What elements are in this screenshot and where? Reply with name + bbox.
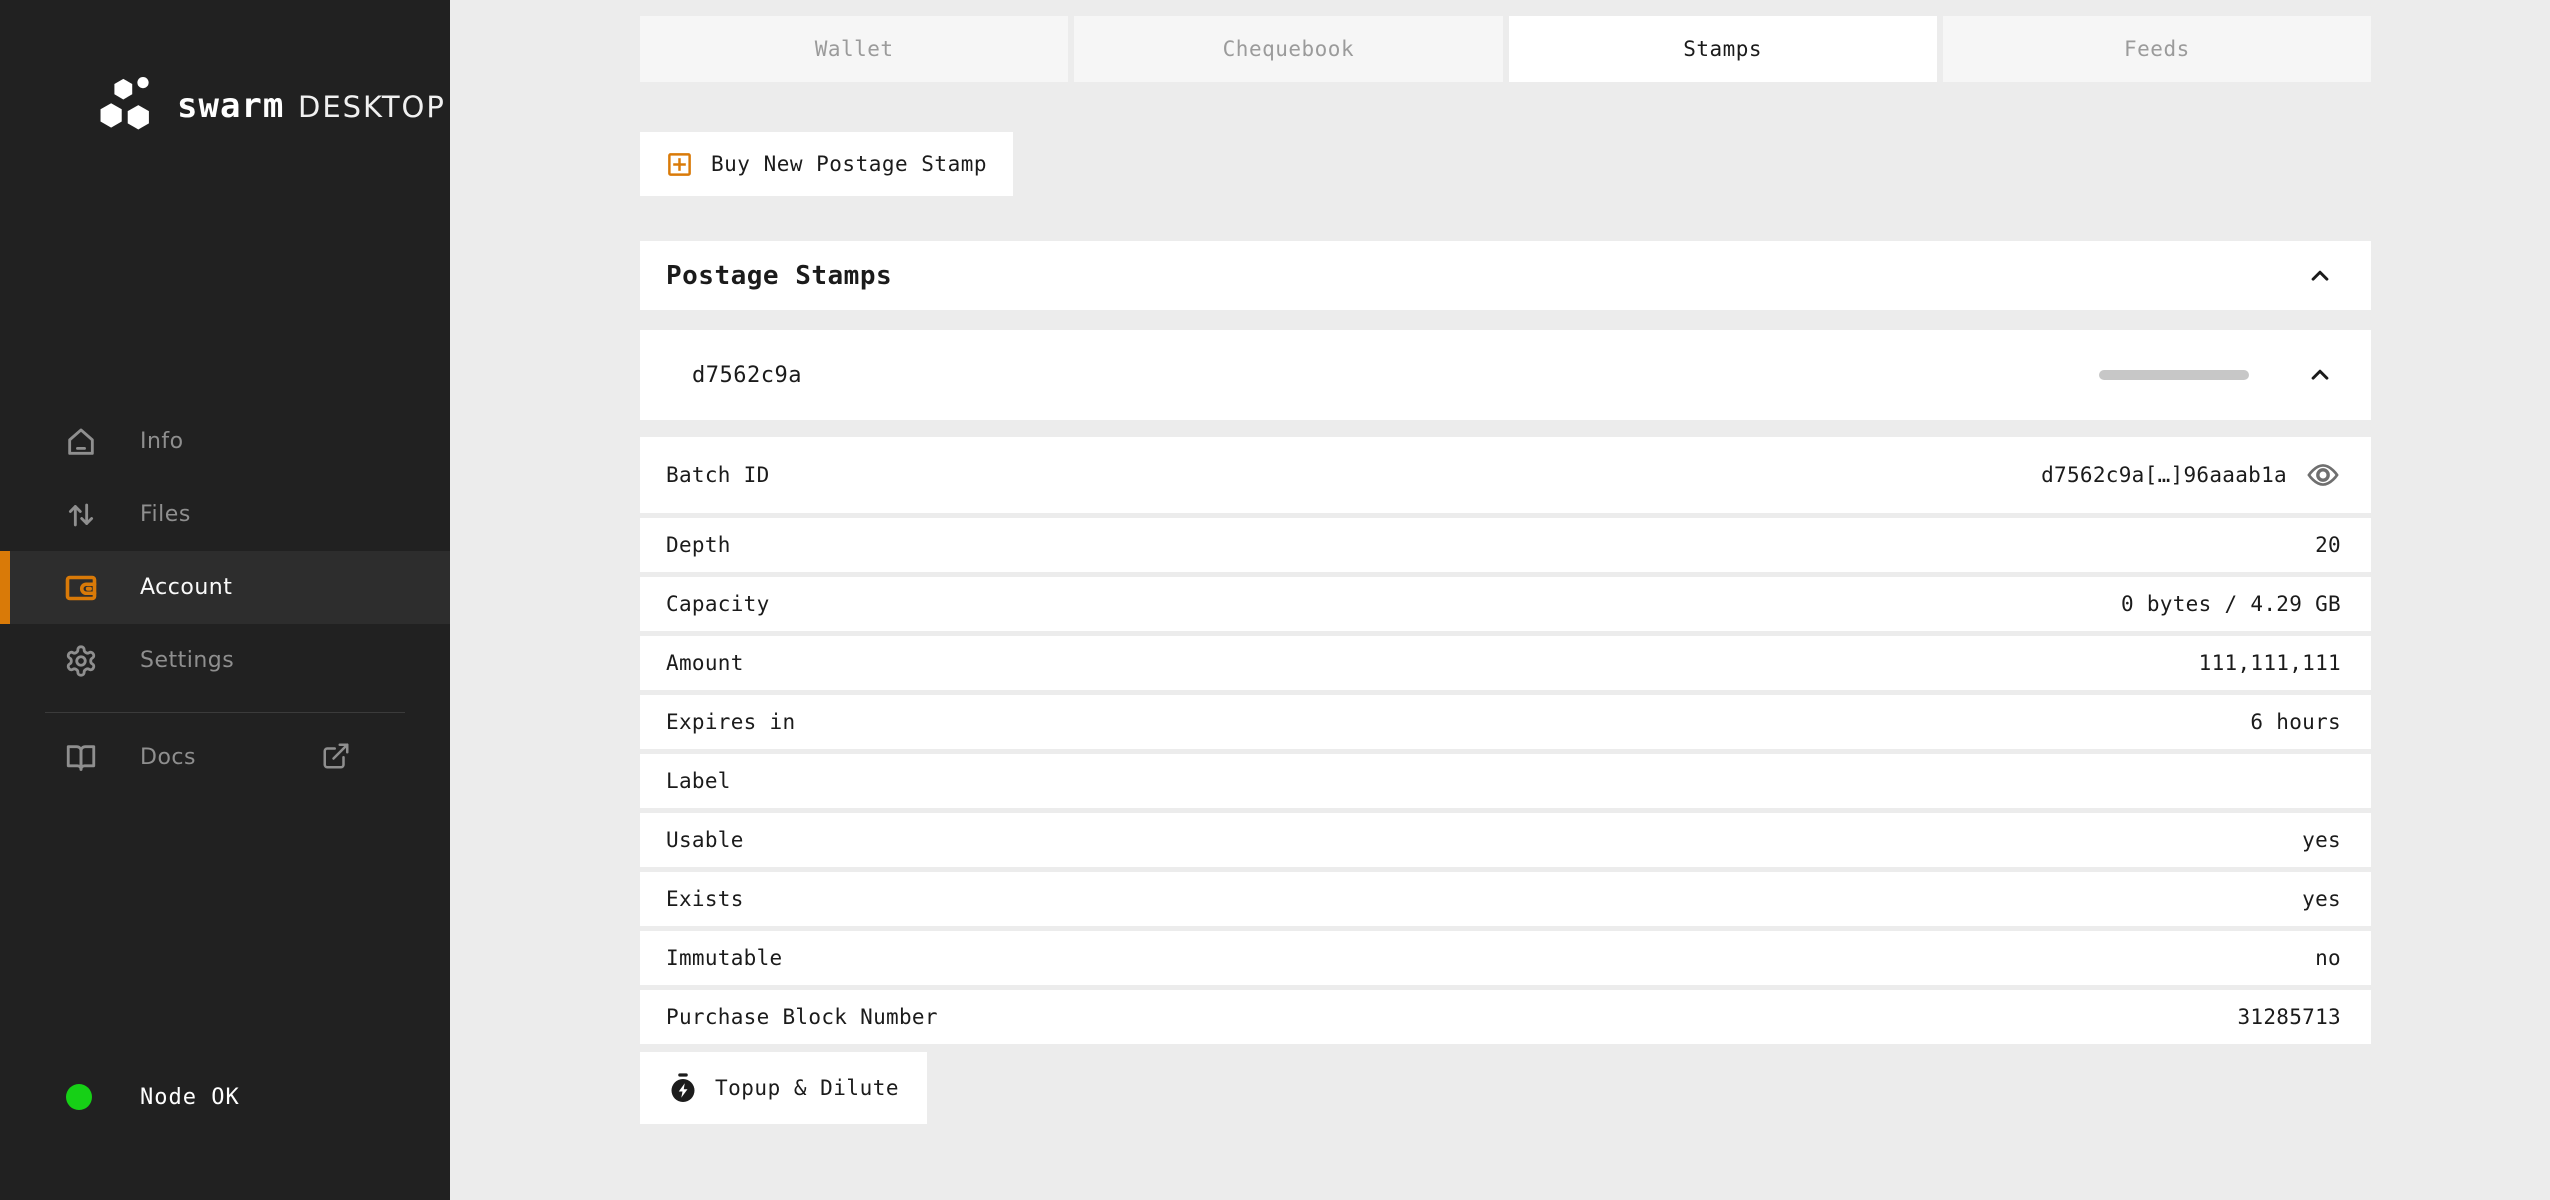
detail-row: Usable yes (640, 813, 2371, 867)
stopwatch-icon (668, 1073, 698, 1103)
detail-value: 20 (2315, 533, 2341, 557)
topup-dilute-button[interactable]: Topup & Dilute (640, 1052, 927, 1124)
detail-label: Purchase Block Number (666, 1005, 938, 1029)
detail-label: Label (666, 769, 731, 793)
sidebar-divider (45, 712, 405, 713)
detail-label: Amount (666, 651, 744, 675)
tab-wallet[interactable]: Wallet (640, 16, 1068, 82)
book-icon (62, 739, 100, 777)
buy-button-label: Buy New Postage Stamp (711, 152, 987, 176)
detail-row: Immutable no (640, 931, 2371, 985)
detail-row: Batch ID d7562c9a[…]96aaab1a (640, 437, 2371, 513)
transfer-arrows-icon (62, 496, 100, 534)
detail-row: Expires in 6 hours (640, 695, 2371, 749)
detail-value: 111,111,111 (2199, 651, 2341, 675)
stamp-name: d7562c9a (692, 363, 802, 388)
detail-value: 31285713 (2237, 1005, 2341, 1029)
detail-value: yes (2302, 887, 2341, 911)
detail-value: 6 hours (2250, 710, 2341, 734)
sidebar-item-info[interactable]: Info (0, 405, 450, 478)
postage-stamps-header[interactable]: Postage Stamps (640, 241, 2371, 310)
detail-label: Exists (666, 887, 744, 911)
detail-row: Purchase Block Number 31285713 (640, 990, 2371, 1044)
status-label: Node OK (140, 1085, 240, 1110)
stamp-details: Batch ID d7562c9a[…]96aaab1a Depth 20 Ca… (640, 437, 2371, 1044)
detail-label: Capacity (666, 592, 770, 616)
tab-feeds[interactable]: Feeds (1943, 16, 2371, 82)
stamp-usage-bar (2099, 370, 2249, 380)
detail-row: Amount 111,111,111 (640, 636, 2371, 690)
brand-name: swarm (177, 86, 284, 126)
wallet-icon (62, 569, 100, 607)
tab-chequebook[interactable]: Chequebook (1074, 16, 1502, 82)
buy-new-stamp-button[interactable]: Buy New Postage Stamp (640, 132, 1013, 196)
sidebar-item-label: Account (140, 575, 232, 600)
sidebar-item-docs[interactable]: Docs (0, 721, 450, 794)
status-dot (66, 1084, 92, 1110)
topup-button-label: Topup & Dilute (715, 1076, 899, 1100)
plus-square-icon (666, 151, 693, 178)
eye-icon[interactable] (2305, 457, 2341, 493)
detail-row: Capacity 0 bytes / 4.29 GB (640, 577, 2371, 631)
detail-label: Expires in (666, 710, 795, 734)
sidebar-item-label: Docs (140, 745, 196, 770)
sidebar-item-label: Info (140, 429, 184, 454)
gear-icon (62, 642, 100, 680)
main-content: Wallet Chequebook Stamps Feeds Buy New P… (450, 0, 2550, 1200)
brand-suffix: DESKTOP (298, 90, 446, 124)
stamp-accordion-header[interactable]: d7562c9a (640, 330, 2371, 420)
node-status: Node OK (0, 1062, 450, 1132)
detail-label: Usable (666, 828, 744, 852)
tab-stamps[interactable]: Stamps (1509, 16, 1937, 82)
swarm-logo-icon (95, 76, 161, 136)
sidebar-item-files[interactable]: Files (0, 478, 450, 551)
detail-label: Immutable (666, 946, 783, 970)
detail-label: Batch ID (666, 463, 770, 487)
sidebar-item-account[interactable]: Account (0, 551, 450, 624)
detail-value: d7562c9a[…]96aaab1a (2041, 463, 2287, 487)
detail-value: 0 bytes / 4.29 GB (2121, 592, 2341, 616)
sidebar-item-label: Settings (140, 648, 234, 673)
home-icon (62, 423, 100, 461)
detail-label: Depth (666, 533, 731, 557)
chevron-up-icon[interactable] (2305, 360, 2335, 390)
detail-row: Exists yes (640, 872, 2371, 926)
detail-value: yes (2302, 828, 2341, 852)
section-title: Postage Stamps (666, 261, 2305, 291)
sidebar: swarm DESKTOP Info Files (0, 0, 450, 1200)
external-link-icon (321, 741, 351, 775)
sidebar-item-settings[interactable]: Settings (0, 624, 450, 697)
app-logo: swarm DESKTOP (95, 76, 446, 136)
sidebar-item-label: Files (140, 502, 191, 527)
sidebar-nav: Info Files Account (0, 405, 450, 697)
tab-bar: Wallet Chequebook Stamps Feeds (640, 16, 2371, 82)
chevron-up-icon[interactable] (2305, 261, 2335, 291)
detail-row: Label (640, 754, 2371, 808)
detail-value: no (2315, 946, 2341, 970)
detail-row: Depth 20 (640, 518, 2371, 572)
